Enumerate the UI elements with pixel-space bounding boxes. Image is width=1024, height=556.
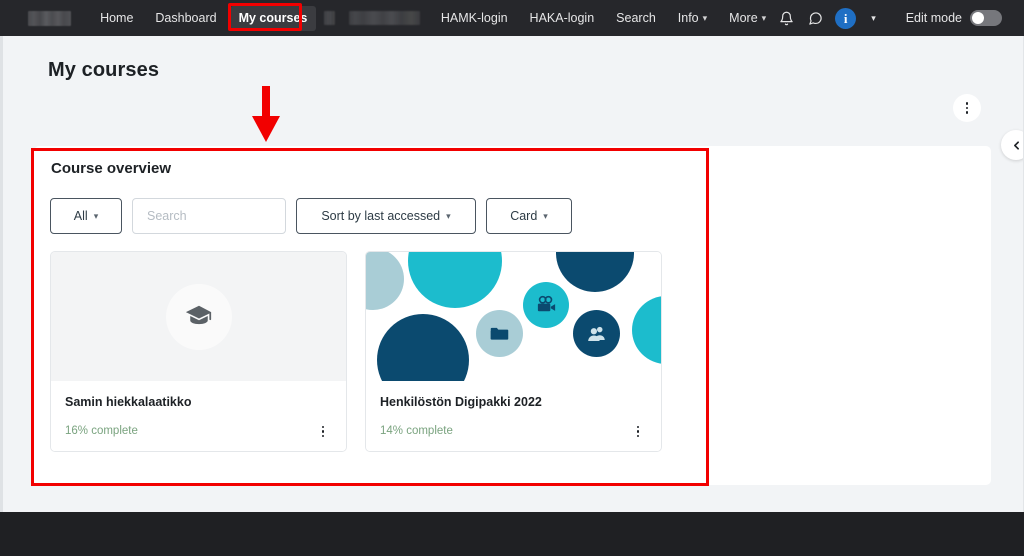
video-camera-icon xyxy=(537,295,555,311)
drawer-toggle-chevron-left-icon[interactable] xyxy=(1001,130,1023,160)
course-card-footer: 14% complete xyxy=(380,422,647,440)
footer-band xyxy=(0,512,1024,556)
chevron-down-icon: ▾ xyxy=(93,210,99,221)
decorative-blob-pale xyxy=(366,252,404,310)
page-actions-kebab-icon[interactable] xyxy=(953,94,981,122)
content-panel: Course overview All ▾ Search Sort by las… xyxy=(34,146,991,485)
speech-bubble-icon[interactable] xyxy=(806,9,824,27)
course-card-body: Samin hiekkalaatikko 16% complete xyxy=(51,381,346,452)
view-mode-label: Card xyxy=(510,209,538,223)
avatar[interactable]: i xyxy=(835,7,857,29)
people-icon xyxy=(587,326,605,341)
site-logo-redacted[interactable] xyxy=(28,10,72,26)
navbar-action-icons: i ▾ xyxy=(777,7,876,29)
edit-mode-toggle[interactable] xyxy=(970,10,1002,26)
page-body: My courses Course overview All ▾ Search … xyxy=(0,36,1024,512)
chevron-down-icon: ▾ xyxy=(446,210,451,221)
folder-icon-bubble xyxy=(476,310,523,357)
kebab-menu-icon xyxy=(636,425,640,437)
graduation-cap-icon xyxy=(185,305,211,324)
folder-icon xyxy=(490,327,509,340)
course-overview-title: Course overview xyxy=(51,160,172,177)
course-card-kebab-icon[interactable] xyxy=(629,422,647,440)
nav-item-my-courses[interactable]: My courses xyxy=(229,5,317,31)
nav-item-home[interactable]: Home xyxy=(91,6,142,31)
course-card-image-placeholder xyxy=(51,252,346,381)
nav-item-more-label: More xyxy=(729,10,758,25)
nav-item-dashboard[interactable]: Dashboard xyxy=(146,6,225,31)
course-card-list: Samin hiekkalaatikko 16% complete Henkil… xyxy=(50,251,750,453)
course-overview-block: Course overview All ▾ Search Sort by las… xyxy=(50,160,750,453)
search-input[interactable]: Search xyxy=(132,198,286,234)
nav-item-search[interactable]: Search xyxy=(607,6,665,31)
decorative-blob-navy xyxy=(556,252,634,292)
sort-dropdown[interactable]: Sort by last accessed ▾ xyxy=(296,198,476,234)
course-card-title[interactable]: Samin hiekkalaatikko xyxy=(65,394,332,410)
course-progress-text: 14% complete xyxy=(380,425,453,438)
course-card[interactable]: Samin hiekkalaatikko 16% complete xyxy=(50,251,347,453)
course-filter-bar: All ▾ Search Sort by last accessed ▾ Car… xyxy=(50,198,750,234)
course-card-footer: 16% complete xyxy=(65,422,332,440)
chevron-down-icon: ▾ xyxy=(702,12,708,23)
page-title: My courses xyxy=(48,59,160,81)
decorative-blob-teal xyxy=(632,296,661,364)
course-card[interactable]: Henkilöstön Digipakki 2022 14% complete xyxy=(365,251,662,453)
edit-mode-label: Edit mode xyxy=(905,11,962,25)
people-icon-bubble xyxy=(573,310,620,357)
top-navbar: Home Dashboard My courses HAMK-login HAK… xyxy=(0,0,1024,36)
decorative-blob-navy xyxy=(377,314,469,381)
bell-icon[interactable] xyxy=(777,9,795,27)
nav-item-haka-login[interactable]: HAKA-login xyxy=(521,6,604,31)
kebab-menu-icon xyxy=(965,102,969,114)
course-card-kebab-icon[interactable] xyxy=(314,422,332,440)
nav-item-hamk-login[interactable]: HAMK-login xyxy=(432,6,517,31)
filter-all-dropdown[interactable]: All ▾ xyxy=(50,198,122,234)
course-card-body: Henkilöstön Digipakki 2022 14% complete xyxy=(366,381,661,452)
decorative-blob-teal xyxy=(408,252,502,308)
nav-item-redacted-label[interactable] xyxy=(349,11,420,25)
kebab-menu-icon xyxy=(321,425,325,437)
search-placeholder: Search xyxy=(147,209,187,223)
chevron-down-icon: ▾ xyxy=(543,210,548,221)
annotation-arrow-down-icon xyxy=(249,86,283,144)
nav-item-redacted-icon[interactable] xyxy=(324,11,336,25)
sort-label: Sort by last accessed xyxy=(321,209,441,223)
filter-all-label: All xyxy=(73,209,88,223)
graduation-cap-circle xyxy=(165,283,232,350)
nav-item-info[interactable]: Info ▾ xyxy=(669,6,716,31)
course-card-image-decorative xyxy=(366,252,661,381)
edit-mode-control[interactable]: Edit mode xyxy=(906,10,1002,26)
video-camera-icon-bubble xyxy=(523,282,569,328)
nav-item-info-label: Info xyxy=(677,10,699,25)
view-mode-dropdown[interactable]: Card ▾ xyxy=(486,198,572,234)
chevron-down-icon: ▾ xyxy=(761,12,767,23)
nav-item-more[interactable]: More ▾ xyxy=(720,6,775,31)
chevron-down-icon[interactable]: ▾ xyxy=(871,13,876,24)
course-progress-text: 16% complete xyxy=(65,425,138,438)
course-card-title[interactable]: Henkilöstön Digipakki 2022 xyxy=(380,394,647,410)
